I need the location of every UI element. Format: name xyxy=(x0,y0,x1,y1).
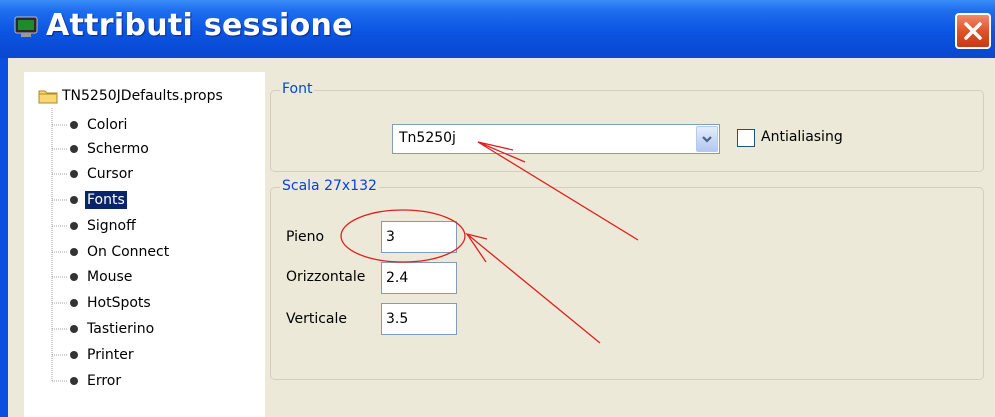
annotation-overlay xyxy=(340,141,639,344)
annotation-marks xyxy=(340,141,639,344)
annotation-arrowhead xyxy=(477,141,526,163)
annotation-arrow-line xyxy=(477,141,639,241)
annotation-arrow-line xyxy=(466,233,601,344)
annotation-circle xyxy=(340,209,466,263)
